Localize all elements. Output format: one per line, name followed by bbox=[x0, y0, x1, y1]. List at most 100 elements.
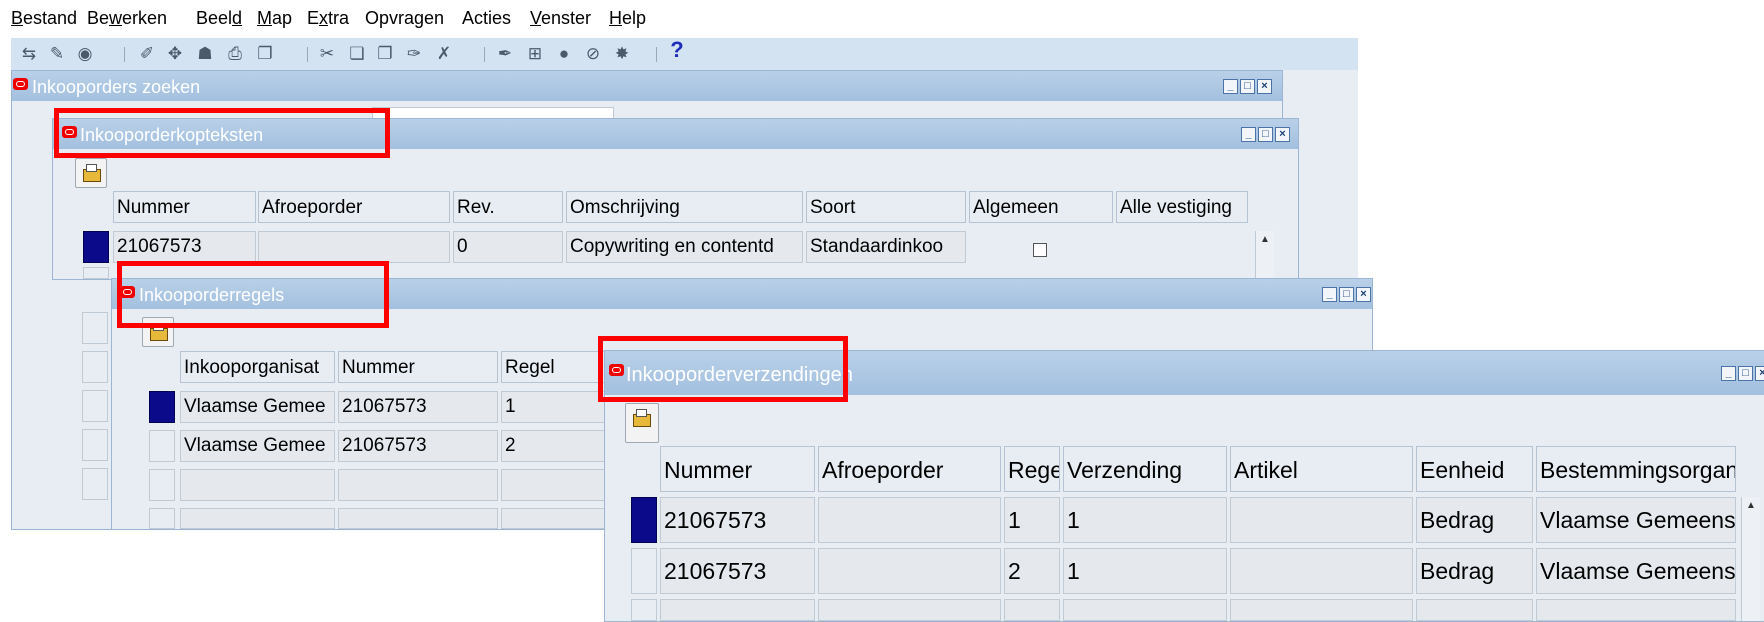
cell-nummer[interactable]: 21067573 bbox=[113, 231, 256, 263]
maximize-icon[interactable]: □ bbox=[1339, 287, 1354, 302]
cell-empty[interactable] bbox=[1063, 599, 1227, 621]
cell-afroeporder[interactable] bbox=[818, 548, 1001, 594]
help-icon[interactable]: ? bbox=[667, 39, 687, 61]
row-selector[interactable] bbox=[82, 468, 108, 500]
cell-bestemming[interactable]: Vlaamse Gemeenscha bbox=[1536, 548, 1736, 594]
titlebar[interactable]: Inkooporders zoeken _ □ × bbox=[12, 71, 1282, 101]
zoom-icon[interactable]: ✥ bbox=[165, 44, 185, 64]
cell-afroeporder[interactable] bbox=[258, 231, 450, 263]
cell-bestemming[interactable]: Vlaamse Gemeenscha bbox=[1536, 497, 1736, 543]
cut-icon[interactable]: ✂ bbox=[317, 44, 337, 64]
close-icon[interactable]: × bbox=[1257, 79, 1272, 94]
edit-icon[interactable]: ✐ bbox=[137, 44, 157, 64]
cell-artikel[interactable] bbox=[1230, 497, 1413, 543]
folder-button[interactable] bbox=[625, 403, 659, 443]
cell-empty[interactable] bbox=[1230, 599, 1413, 621]
row-selector[interactable] bbox=[82, 351, 108, 383]
cell-regel[interactable]: 1 bbox=[501, 391, 611, 423]
cell-verzending[interactable]: 1 bbox=[1063, 548, 1227, 594]
cell-empty[interactable] bbox=[180, 508, 335, 529]
print-icon[interactable]: ⎙ bbox=[225, 44, 245, 64]
cell-rev[interactable]: 0 bbox=[453, 231, 563, 263]
cell-regel[interactable]: 2 bbox=[1004, 548, 1060, 594]
row-selector[interactable] bbox=[149, 508, 175, 529]
minimize-icon[interactable]: _ bbox=[1241, 127, 1256, 142]
cell-nummer[interactable]: 21067573 bbox=[660, 497, 815, 543]
translate-icon[interactable]: ⊞ bbox=[525, 44, 545, 64]
cell-empty[interactable] bbox=[1004, 599, 1060, 621]
cell-nummer[interactable]: 21067573 bbox=[338, 391, 498, 423]
delete-icon[interactable]: ✗ bbox=[434, 44, 454, 64]
attach-icon[interactable]: ⊘ bbox=[583, 44, 603, 64]
menu-map[interactable]: Map bbox=[257, 8, 292, 29]
flashlight-icon[interactable]: ✎ bbox=[47, 44, 67, 64]
maximize-icon[interactable]: □ bbox=[1240, 79, 1255, 94]
scroll-up-icon[interactable]: ▲ bbox=[1744, 499, 1758, 513]
cell-empty[interactable] bbox=[501, 469, 611, 501]
cell-nummer[interactable]: 21067573 bbox=[338, 430, 498, 462]
zoom-custom-icon[interactable]: ✸ bbox=[612, 44, 632, 64]
cell-org[interactable]: Vlaamse Gemee bbox=[180, 391, 335, 423]
close-icon[interactable]: × bbox=[1755, 366, 1764, 381]
attachments-icon[interactable]: ❐ bbox=[255, 44, 275, 64]
cell-verzending[interactable]: 1 bbox=[1063, 497, 1227, 543]
cell-empty[interactable] bbox=[338, 508, 498, 529]
cell-regel[interactable]: 1 bbox=[1004, 497, 1060, 543]
row-selector[interactable] bbox=[82, 429, 108, 461]
cell-afroeporder[interactable] bbox=[818, 497, 1001, 543]
menu-bewerken[interactable]: Bewerken bbox=[87, 8, 167, 29]
cell-omschrijving[interactable]: Copywriting en contentd bbox=[566, 231, 803, 263]
maximize-icon[interactable]: □ bbox=[1738, 366, 1753, 381]
minimize-icon[interactable]: _ bbox=[1721, 366, 1736, 381]
cell-artikel[interactable] bbox=[1230, 548, 1413, 594]
copy-icon[interactable]: ❏ bbox=[347, 44, 367, 64]
cell-regel[interactable]: 2 bbox=[501, 430, 611, 462]
menu-acties[interactable]: Acties bbox=[462, 8, 511, 29]
cell-empty[interactable] bbox=[180, 469, 335, 501]
folder-button[interactable] bbox=[75, 158, 107, 188]
cell-empty[interactable] bbox=[818, 599, 1001, 621]
minimize-icon[interactable]: _ bbox=[1223, 79, 1238, 94]
row-selector[interactable] bbox=[149, 391, 175, 423]
vertical-scrollbar[interactable]: ▲ bbox=[1741, 497, 1760, 621]
row-selector[interactable] bbox=[631, 497, 657, 543]
cell-empty[interactable] bbox=[660, 599, 815, 621]
edit-field-icon[interactable]: ✒ bbox=[495, 44, 515, 64]
scroll-up-icon[interactable]: ▲ bbox=[1258, 233, 1272, 247]
cell-empty[interactable] bbox=[1536, 599, 1736, 621]
navigate-icon[interactable]: ◉ bbox=[75, 44, 95, 64]
row-selector[interactable] bbox=[149, 430, 175, 462]
cell-soort[interactable]: Standaardinkoo bbox=[806, 231, 966, 263]
row-selector[interactable] bbox=[82, 312, 108, 344]
folder-icon[interactable]: ● bbox=[554, 44, 574, 64]
cell-org[interactable]: Vlaamse Gemee bbox=[180, 430, 335, 462]
cell-nummer[interactable]: 21067573 bbox=[660, 548, 815, 594]
paste-icon[interactable]: ❐ bbox=[375, 44, 395, 64]
menu-bestand[interactable]: Bestand bbox=[11, 8, 77, 29]
col-artikel: Artikel bbox=[1230, 446, 1413, 492]
close-icon[interactable]: × bbox=[1356, 287, 1371, 302]
cell-empty[interactable] bbox=[338, 469, 498, 501]
row-selector[interactable] bbox=[631, 548, 657, 594]
minimize-icon[interactable]: _ bbox=[1322, 287, 1337, 302]
row-selector[interactable] bbox=[149, 469, 175, 501]
row-selector[interactable] bbox=[82, 390, 108, 422]
maximize-icon[interactable]: □ bbox=[1258, 127, 1273, 142]
menu-venster[interactable]: Venster bbox=[530, 8, 591, 29]
close-icon[interactable]: × bbox=[1275, 127, 1290, 142]
row-selector[interactable] bbox=[631, 599, 657, 621]
new-icon[interactable]: ⇆ bbox=[19, 44, 39, 64]
menu-beeld[interactable]: Beeld bbox=[196, 8, 242, 29]
binoculars-icon[interactable]: ☗ bbox=[195, 44, 215, 64]
menu-opvragen[interactable]: Opvragen bbox=[365, 8, 444, 29]
cell-eenheid[interactable]: Bedrag bbox=[1416, 548, 1533, 594]
algemeen-checkbox[interactable] bbox=[1033, 243, 1047, 257]
clear-record-icon[interactable]: ✑ bbox=[404, 44, 424, 64]
cell-empty[interactable] bbox=[1416, 599, 1533, 621]
vertical-scrollbar[interactable]: ▲ bbox=[1255, 231, 1274, 279]
menu-help[interactable]: Help bbox=[609, 8, 646, 29]
cell-empty[interactable] bbox=[501, 508, 611, 529]
menu-extra[interactable]: Extra bbox=[307, 8, 349, 29]
row-selector[interactable] bbox=[83, 231, 109, 263]
cell-eenheid[interactable]: Bedrag bbox=[1416, 497, 1533, 543]
